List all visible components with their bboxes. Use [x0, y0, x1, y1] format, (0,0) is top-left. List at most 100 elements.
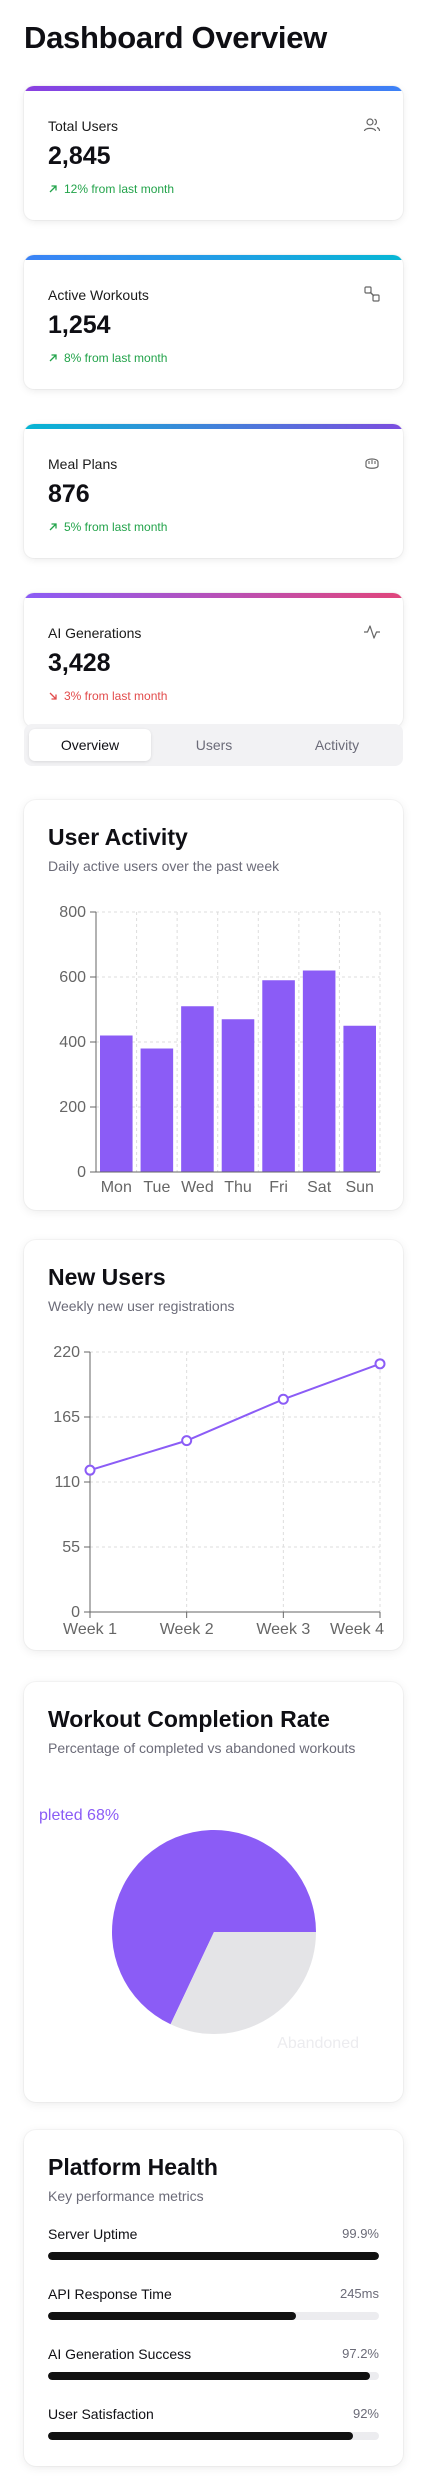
metric-progress-fill [48, 2312, 297, 2320]
x-tick-label: Wed [181, 1179, 214, 1196]
x-tick-label: Week 1 [63, 1621, 117, 1638]
pie-label-abandoned: Abandoned [277, 2035, 359, 2052]
stat-value: 3,428 [48, 649, 111, 677]
y-tick-label: 220 [53, 1344, 80, 1361]
panel-title: User Activity [48, 824, 188, 850]
bar-tue [140, 1048, 174, 1172]
y-tick-label: 600 [59, 969, 86, 986]
stat-change-text: 12% from last month [64, 182, 175, 196]
stat-label: Active Workouts [48, 287, 149, 303]
y-tick-label: 200 [59, 1099, 86, 1116]
workout-completion-chart: pleted 68% Abandoned [39, 1807, 359, 2052]
stat-change: 12% from last month [48, 182, 174, 196]
metric-progress-fill [48, 2372, 370, 2380]
metric-progress-track [48, 2432, 379, 2440]
stat-card-active-workouts: Active Workouts 1,254 8% from last month [24, 255, 403, 389]
stat-label: Total Users [48, 118, 119, 134]
bar-fri [262, 980, 295, 1172]
metric-value: 99.9% [342, 2226, 379, 2241]
pie-label-completed: pleted 68% [39, 1807, 119, 1824]
stat-value: 2,845 [48, 142, 111, 170]
x-tick-label: Thu [224, 1179, 252, 1196]
stat-change: 3% from last month [48, 689, 167, 703]
metric-value: 92% [352, 2406, 379, 2421]
metric-progress-track [48, 2372, 379, 2380]
user-activity-panel: User Activity Daily active users over th… [24, 800, 403, 1210]
stat-card-ai-generations: AI Generations 3,428 3% from last month [24, 593, 403, 727]
panel-subtitle: Daily active users over the past week [48, 858, 280, 874]
y-tick-label: 165 [53, 1409, 80, 1426]
y-tick-label: 400 [59, 1034, 86, 1051]
arrow-up-right-icon [49, 185, 57, 193]
y-tick-label: 0 [77, 1164, 86, 1181]
arrow-down-right-icon [49, 692, 57, 700]
x-tick-label: Sat [307, 1179, 332, 1196]
card-accent-bar [24, 593, 403, 598]
bar-mon [100, 1035, 133, 1172]
tab-overview[interactable]: Overview [29, 729, 151, 761]
panel-subtitle: Percentage of completed vs abandoned wor… [48, 1740, 356, 1756]
metric-value: 97.2% [342, 2346, 379, 2361]
new-users-chart: 0 55 110 165 220 Week 1 Week 2 Week 3 Week 4 [53, 1344, 386, 1638]
stat-change-text: 5% from last month [64, 520, 168, 534]
data-point-3 [277, 1393, 289, 1405]
stat-change: 8% from last month [48, 351, 167, 365]
activity-icon [364, 625, 380, 639]
panel-title: New Users [48, 1264, 166, 1290]
arrow-up-right-icon [49, 523, 57, 531]
stat-label: Meal Plans [48, 456, 118, 472]
metric-progress-fill [48, 2432, 353, 2440]
y-tick-label: 55 [62, 1539, 80, 1556]
workout-completion-panel: Workout Completion Rate Percentage of co… [24, 1682, 403, 2102]
data-point-2 [181, 1435, 193, 1447]
data-point-4 [374, 1358, 386, 1370]
bar-sat [302, 970, 336, 1172]
arrow-up-right-icon [49, 354, 57, 362]
x-tick-label: Week 4 [330, 1621, 384, 1638]
bar-sun [343, 1025, 376, 1172]
metric-label: AI Generation Success [48, 2346, 192, 2362]
bar-wed [181, 1006, 214, 1172]
platform-health-panel: Platform Health Key performance metrics … [24, 2130, 403, 2466]
panel-title: Platform Health [48, 2154, 218, 2180]
data-point-1 [84, 1464, 96, 1476]
stat-card-meal-plans: Meal Plans 876 5% from last month [24, 424, 403, 558]
metric-label: API Response Time [48, 2286, 172, 2302]
dumbbell-icon [364, 286, 380, 302]
stat-change-text: 3% from last month [64, 689, 168, 703]
meal-icon [365, 458, 379, 469]
tab-bar: Overview Users Activity [24, 724, 403, 766]
y-tick-label: 0 [71, 1604, 80, 1621]
stat-value: 876 [48, 480, 90, 508]
user-activity-chart: 0 200 400 600 800 Mon Tue Wed Thu Fri Sat Sun [59, 904, 381, 1196]
metric-progress-track [48, 2252, 379, 2260]
x-tick-label: Sun [345, 1179, 373, 1196]
tab-activity[interactable]: Activity [276, 729, 398, 761]
metric-label: Server Uptime [48, 2226, 138, 2242]
x-tick-label: Week 3 [256, 1621, 310, 1638]
metric-value: 245ms [339, 2286, 379, 2301]
x-tick-label: Fri [269, 1179, 288, 1196]
x-tick-label: Mon [101, 1179, 132, 1196]
y-tick-label: 110 [54, 1474, 80, 1491]
metric-progress-fill [48, 2252, 379, 2260]
stat-card-total-users: Total Users 2,845 12% from last month [24, 86, 403, 220]
x-tick-label: Tue [143, 1179, 170, 1196]
metric-label: User Satisfaction [48, 2406, 154, 2422]
stat-label: AI Generations [48, 625, 142, 641]
stat-change: 5% from last month [48, 520, 167, 534]
panel-subtitle: Key performance metrics [48, 2188, 204, 2204]
new-users-panel: New Users Weekly new user registrations … [24, 1240, 403, 1650]
tab-users[interactable]: Users [153, 729, 275, 761]
bar-thu [221, 1019, 255, 1172]
x-tick-label: Week 2 [160, 1621, 214, 1638]
metric-progress-track [48, 2312, 379, 2320]
y-tick-label: 800 [59, 904, 86, 921]
card-accent-bar [24, 255, 403, 260]
panel-subtitle: Weekly new user registrations [48, 1298, 235, 1314]
users-icon [363, 118, 381, 132]
stat-value: 1,254 [48, 311, 111, 339]
panel-title: Workout Completion Rate [48, 1706, 330, 1732]
page-title: Dashboard Overview [24, 20, 327, 55]
card-accent-bar [24, 424, 403, 429]
